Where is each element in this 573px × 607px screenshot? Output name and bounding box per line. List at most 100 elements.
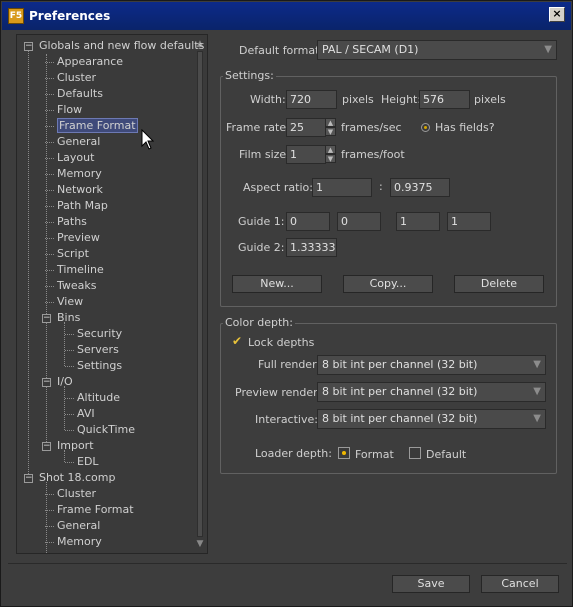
tree-item[interactable]: Appearance <box>57 54 123 70</box>
aspect-y-input[interactable]: 0.9375 <box>390 178 450 197</box>
frame-rate-spinner[interactable]: ▲ ▼ <box>325 118 336 137</box>
tree-item[interactable]: Cluster <box>57 70 96 86</box>
tree-item-label: Appearance <box>57 55 124 68</box>
frame-rate-input[interactable]: 25 <box>286 118 326 137</box>
scroll-down-icon[interactable]: ▼ <box>195 539 205 549</box>
film-size-input[interactable]: 1 <box>286 145 326 164</box>
preview-render-dropdown[interactable]: 8 bit int per channel (32 bit) ▼ <box>317 382 546 402</box>
tree-connector <box>45 94 54 95</box>
collapse-icon[interactable]: − <box>24 474 33 483</box>
tree-item-label: Paths <box>57 215 87 228</box>
tree-item[interactable]: QuickTime <box>77 422 135 438</box>
guide1-right-input[interactable]: 1 <box>396 212 440 231</box>
tree-item[interactable]: Flow <box>57 102 82 118</box>
tree-item[interactable]: Frame Format <box>57 118 138 134</box>
height-label: Height: <box>381 93 422 106</box>
width-input[interactable]: 720 <box>286 90 337 109</box>
tree-item[interactable]: Memory <box>57 534 102 550</box>
tree-connector <box>45 110 54 111</box>
tree-connector <box>45 78 54 79</box>
tree-item[interactable]: Memory <box>57 166 102 182</box>
width-unit: pixels <box>342 93 374 106</box>
tree-item[interactable]: General <box>57 518 100 534</box>
new-button[interactable]: New... <box>232 275 322 293</box>
tree-item[interactable]: Shot 18.comp <box>39 470 115 486</box>
has-fields-radio[interactable] <box>421 123 430 132</box>
has-fields-label: Has fields? <box>435 121 495 134</box>
full-render-dropdown[interactable]: 8 bit int per channel (32 bit) ▼ <box>317 355 546 375</box>
scrollbar-track[interactable] <box>197 51 203 537</box>
chevron-down-icon: ▼ <box>533 359 541 370</box>
tree-connector <box>45 158 54 159</box>
tree-item-label: Script <box>57 247 89 260</box>
spin-up-icon[interactable]: ▲ <box>325 145 336 154</box>
collapse-icon[interactable]: − <box>42 378 51 387</box>
window-title: Preferences <box>29 9 111 23</box>
tree-item[interactable]: Layout <box>57 150 94 166</box>
collapse-icon[interactable]: − <box>42 442 51 451</box>
loader-format-label: Format <box>355 448 394 461</box>
collapse-icon[interactable]: − <box>24 42 33 51</box>
save-button[interactable]: Save <box>392 575 470 593</box>
preview-render-label: Preview render: <box>235 386 322 399</box>
preview-render-value: 8 bit int per channel (32 bit) <box>322 385 478 398</box>
tree-item[interactable]: Preview <box>57 230 100 246</box>
tree-connector <box>45 542 54 543</box>
loader-default-radio[interactable] <box>409 447 421 459</box>
tree-item[interactable]: I/O <box>57 374 73 390</box>
tree-item[interactable]: Timeline <box>57 262 104 278</box>
tree-item[interactable]: Path Map <box>57 198 108 214</box>
interactive-dropdown[interactable]: 8 bit int per channel (32 bit) ▼ <box>317 409 546 429</box>
width-label: Width: <box>250 93 286 106</box>
height-input[interactable]: 576 <box>419 90 470 109</box>
spin-down-icon[interactable]: ▼ <box>325 154 336 163</box>
tree-connector <box>45 526 54 527</box>
guide1-left-input[interactable]: 0 <box>286 212 330 231</box>
aspect-x-input[interactable]: 1 <box>312 178 372 197</box>
tree-item[interactable]: Frame Format <box>57 502 134 518</box>
preferences-tree[interactable]: ▲ ▼ Globals and new flow defaults − Appear… <box>16 34 208 554</box>
tree-item-label: Security <box>77 327 123 340</box>
lock-depths-checkbox[interactable]: ✔ <box>232 335 244 347</box>
tree-item[interactable]: Tweaks <box>57 278 97 294</box>
guide2-input[interactable]: 1.333333 <box>286 238 337 257</box>
tree-item[interactable]: Servers <box>77 342 119 358</box>
close-button[interactable]: × <box>549 7 565 22</box>
tree-item[interactable]: Network <box>57 182 103 198</box>
tree-item[interactable]: AVI <box>77 406 95 422</box>
tree-item[interactable]: Defaults <box>57 86 103 102</box>
tree-item-label: Altitude <box>77 391 120 404</box>
film-size-unit: frames/foot <box>341 148 405 161</box>
tree-connector <box>45 142 54 143</box>
tree-item[interactable]: Import <box>57 438 94 454</box>
loader-format-radio[interactable] <box>338 447 350 459</box>
tree-connector <box>65 350 74 351</box>
tree-item[interactable]: General <box>57 134 100 150</box>
delete-button[interactable]: Delete <box>454 275 544 293</box>
film-size-spinner[interactable]: ▲ ▼ <box>325 145 336 164</box>
guide1-top-input[interactable]: 0 <box>337 212 381 231</box>
tree-item[interactable]: Paths <box>57 214 87 230</box>
tree-item-label: Shot 18.comp <box>39 471 116 484</box>
spin-down-icon[interactable]: ▼ <box>325 127 336 136</box>
tree-item[interactable]: View <box>57 294 83 310</box>
tree-item[interactable]: Script <box>57 246 89 262</box>
tree-item[interactable]: Globals and new flow defaults <box>39 38 204 54</box>
tree-scrollbar[interactable]: ▲ ▼ <box>195 39 205 549</box>
collapse-icon[interactable]: − <box>42 314 51 323</box>
tree-item-label: Memory <box>57 535 102 548</box>
title-bar[interactable]: F5 Preferences × <box>2 2 571 30</box>
copy-button[interactable]: Copy... <box>343 275 433 293</box>
frame-rate-label: Frame rate: <box>226 121 290 134</box>
spin-up-icon[interactable]: ▲ <box>325 118 336 127</box>
tree-item[interactable]: Settings <box>77 358 122 374</box>
tree-item[interactable]: EDL <box>77 454 99 470</box>
cancel-button[interactable]: Cancel <box>481 575 559 593</box>
guide1-bottom-input[interactable]: 1 <box>447 212 491 231</box>
default-format-dropdown[interactable]: PAL / SECAM (D1) ▼ <box>317 40 557 60</box>
tree-item[interactable]: Bins <box>57 310 80 326</box>
tree-item[interactable]: Cluster <box>57 486 96 502</box>
tree-item[interactable]: Security <box>77 326 122 342</box>
loader-default-label: Default <box>426 448 467 461</box>
tree-item[interactable]: Altitude <box>77 390 120 406</box>
